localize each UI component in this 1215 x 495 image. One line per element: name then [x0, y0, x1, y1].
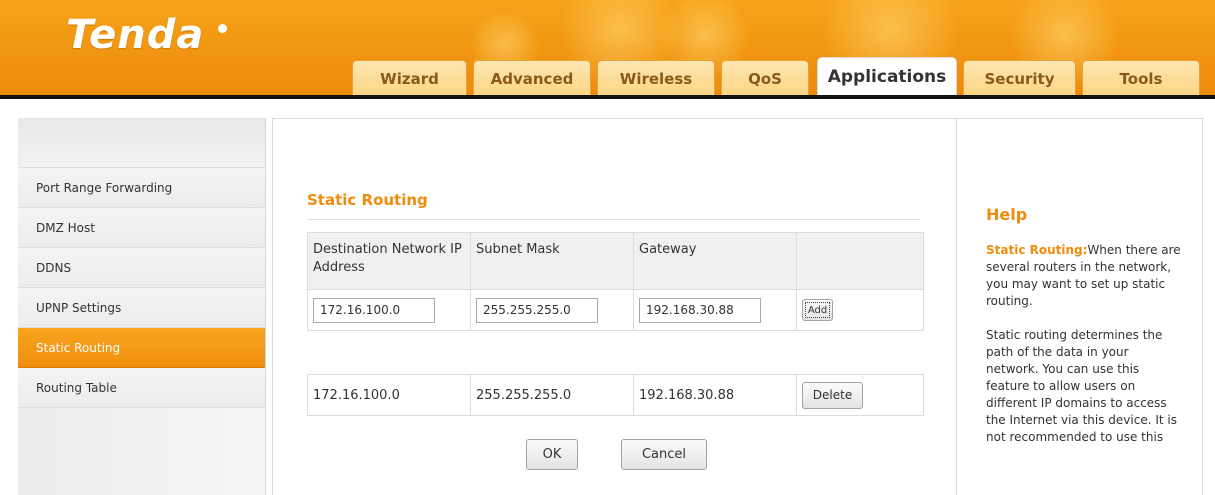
cancel-button[interactable]: Cancel: [621, 439, 707, 470]
add-cell: Add: [796, 289, 924, 331]
ok-button[interactable]: OK: [526, 439, 578, 470]
route-destination: 172.16.100.0: [307, 374, 471, 416]
help-title: Help: [986, 205, 1028, 224]
page-title: Static Routing: [307, 191, 921, 220]
table-row: Add: [307, 289, 924, 331]
table-header-row: Destination Network IP Address Subnet Ma…: [307, 232, 924, 290]
column-header-destination: Destination Network IP Address: [307, 232, 471, 290]
tab-applications[interactable]: Applications: [817, 57, 957, 95]
subnet-mask-input[interactable]: [476, 297, 598, 323]
table-row: 172.16.100.0 255.255.255.0 192.168.30.88…: [307, 374, 924, 416]
gateway-cell: [633, 289, 797, 331]
help-panel: Help Static Routing:When there are sever…: [956, 118, 1203, 495]
tab-wizard[interactable]: Wizard: [352, 60, 467, 95]
main-tabs: Wizard Advanced Wireless QoS Application…: [0, 57, 1215, 95]
sidebar: Port Range Forwarding DMZ Host DDNS UPNP…: [18, 118, 266, 495]
tab-tools[interactable]: Tools: [1082, 60, 1200, 95]
route-input-table: Destination Network IP Address Subnet Ma…: [307, 232, 924, 331]
route-list-table: 172.16.100.0 255.255.255.0 192.168.30.88…: [307, 374, 924, 416]
main-panel: Static Routing Destination Network IP Ad…: [272, 118, 956, 495]
tab-qos[interactable]: QoS: [721, 60, 809, 95]
route-gateway: 192.168.30.88: [633, 374, 797, 416]
sidebar-item-port-range-forwarding[interactable]: Port Range Forwarding: [18, 168, 265, 208]
tab-advanced[interactable]: Advanced: [473, 60, 591, 95]
route-action-cell: Delete: [796, 374, 924, 416]
sidebar-item-upnp-settings[interactable]: UPNP Settings: [18, 288, 265, 328]
tenda-logo: Tenda: [66, 12, 205, 58]
delete-route-button[interactable]: Delete: [802, 381, 863, 409]
help-paragraph: Static Routing:When there are several ro…: [986, 242, 1182, 310]
help-paragraph-2: Static routing determines the path of th…: [986, 328, 1177, 444]
header-bar: Tenda Wizard Advanced Wireless QoS Appli…: [0, 0, 1215, 99]
logo-registered-mark: [218, 24, 227, 33]
sidebar-item-ddns[interactable]: DDNS: [18, 248, 265, 288]
sidebar-header: [18, 118, 265, 168]
sidebar-item-routing-table[interactable]: Routing Table: [18, 368, 265, 408]
add-button[interactable]: Add: [802, 299, 833, 321]
sidebar-item-dmz-host[interactable]: DMZ Host: [18, 208, 265, 248]
help-term: Static Routing:: [986, 243, 1088, 257]
column-header-action: [796, 232, 924, 290]
sidebar-item-static-routing[interactable]: Static Routing: [18, 328, 265, 368]
destination-ip-input[interactable]: [313, 297, 435, 323]
subnet-mask-cell: [470, 289, 634, 331]
destination-cell: [307, 289, 471, 331]
route-subnet-mask: 255.255.255.0: [470, 374, 634, 416]
column-header-subnet-mask: Subnet Mask: [470, 232, 634, 290]
tab-security[interactable]: Security: [963, 60, 1076, 95]
gateway-input[interactable]: [639, 297, 761, 323]
column-header-gateway: Gateway: [633, 232, 797, 290]
tab-wireless[interactable]: Wireless: [597, 60, 715, 95]
